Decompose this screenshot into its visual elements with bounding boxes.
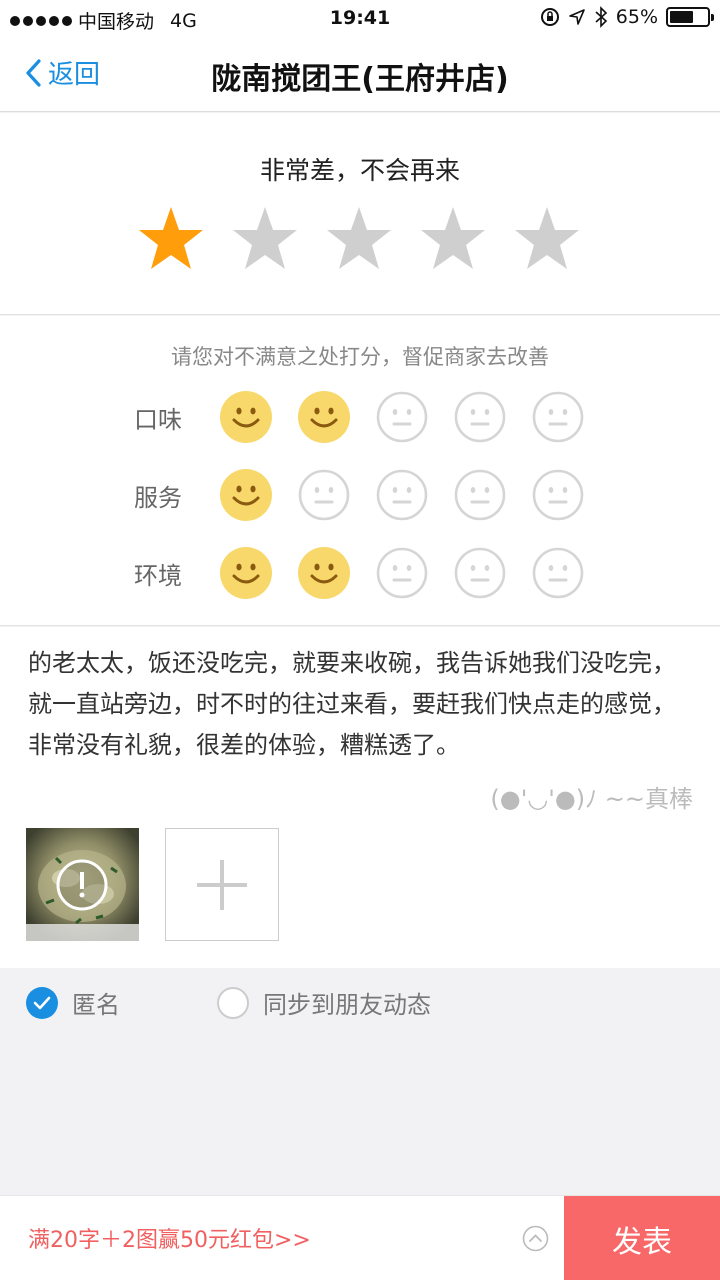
rating-text: 非常差，不会再来 <box>259 156 460 185</box>
smiley-face-icon[interactable] <box>220 547 272 599</box>
star-icon[interactable] <box>137 205 205 271</box>
sub-rating-label: 服务 <box>134 483 182 512</box>
neutral-face-icon[interactable] <box>532 469 584 521</box>
neutral-face-icon[interactable] <box>376 469 428 521</box>
neutral-face-icon[interactable] <box>454 547 506 599</box>
battery-icon <box>666 7 714 27</box>
anonymous-label: 匿名 <box>72 991 120 1019</box>
status-bar: 中国移动 4G 19:41 65% <box>0 0 720 40</box>
star-icon[interactable] <box>325 205 393 271</box>
sub-rating-row-taste: 口味 <box>134 391 584 443</box>
battery-fill <box>670 11 694 23</box>
status-right: 65% <box>540 6 714 28</box>
neutral-face-icon[interactable] <box>532 391 584 443</box>
page-title: 陇南搅团王(王府井店) <box>211 62 509 97</box>
face-rating <box>220 391 584 443</box>
bluetooth-icon <box>595 6 607 28</box>
sub-rating-label: 口味 <box>134 405 182 434</box>
sub-rating-row-environment: 环境 <box>134 547 584 599</box>
neutral-face-icon[interactable] <box>454 391 506 443</box>
warning-icon <box>56 859 108 911</box>
sync-friends-checkbox[interactable]: 同步到朋友动态 <box>217 985 431 1020</box>
anonymous-checkbox[interactable]: 匿名 <box>26 985 120 1020</box>
sub-rating-hint: 请您对不满意之处打分，督促商家去改善 <box>171 345 549 369</box>
neutral-face-icon[interactable] <box>298 469 350 521</box>
smiley-face-icon[interactable] <box>298 391 350 443</box>
add-photo-button[interactable] <box>165 828 279 941</box>
star-icon[interactable] <box>513 205 581 271</box>
checkbox-checked-icon <box>26 986 58 1019</box>
lock-rotation-icon <box>540 8 559 26</box>
smiley-face-icon[interactable] <box>220 469 272 521</box>
smiley-face-icon[interactable] <box>298 547 350 599</box>
promo-link[interactable]: 满20字＋2图赢50元红包>> <box>28 1222 311 1254</box>
neutral-face-icon[interactable] <box>376 547 428 599</box>
options-row: 匿名 同步到朋友动态 <box>0 969 720 1035</box>
neutral-face-icon[interactable] <box>532 547 584 599</box>
star-icon[interactable] <box>419 205 487 271</box>
smiley-face-icon[interactable] <box>220 391 272 443</box>
sync-label: 同步到朋友动态 <box>263 991 431 1019</box>
chevron-up-circle-icon[interactable] <box>522 1225 549 1252</box>
star-rating <box>137 205 581 271</box>
battery-percent: 65% <box>615 6 658 28</box>
location-icon <box>568 9 585 25</box>
neutral-face-icon[interactable] <box>376 391 428 443</box>
neutral-face-icon[interactable] <box>454 469 506 521</box>
rating-section: 非常差，不会再来 <box>0 113 720 315</box>
bottom-bar: 满20字＋2图赢50元红包>> 发表 <box>0 1195 720 1280</box>
kaomoji-suggestion[interactable]: (●'◡'●)ﾉ ~~真棒 <box>490 779 693 814</box>
plus-icon <box>197 860 247 910</box>
nav-bar: 返回 陇南搅团王(王府井店) <box>0 40 720 112</box>
submit-button[interactable]: 发表 <box>564 1196 720 1280</box>
star-icon[interactable] <box>231 205 299 271</box>
sub-rating-row-service: 服务 <box>134 469 584 521</box>
face-rating <box>220 547 584 599</box>
sub-rating-section: 请您对不满意之处打分，督促商家去改善 口味 服务 环境 <box>0 316 720 626</box>
photo-thumbnail[interactable] <box>26 828 139 941</box>
sub-rating-label: 环境 <box>134 561 182 590</box>
checkbox-unchecked-icon <box>217 986 249 1019</box>
face-rating <box>220 469 584 521</box>
comment-section: 的老太太，饭还没吃完，就要来收碗，我告诉她我们没吃完，就一直站旁边，时不时的往过… <box>0 627 720 968</box>
comment-textarea[interactable]: 的老太太，饭还没吃完，就要来收碗，我告诉她我们没吃完，就一直站旁边，时不时的往过… <box>28 643 698 766</box>
